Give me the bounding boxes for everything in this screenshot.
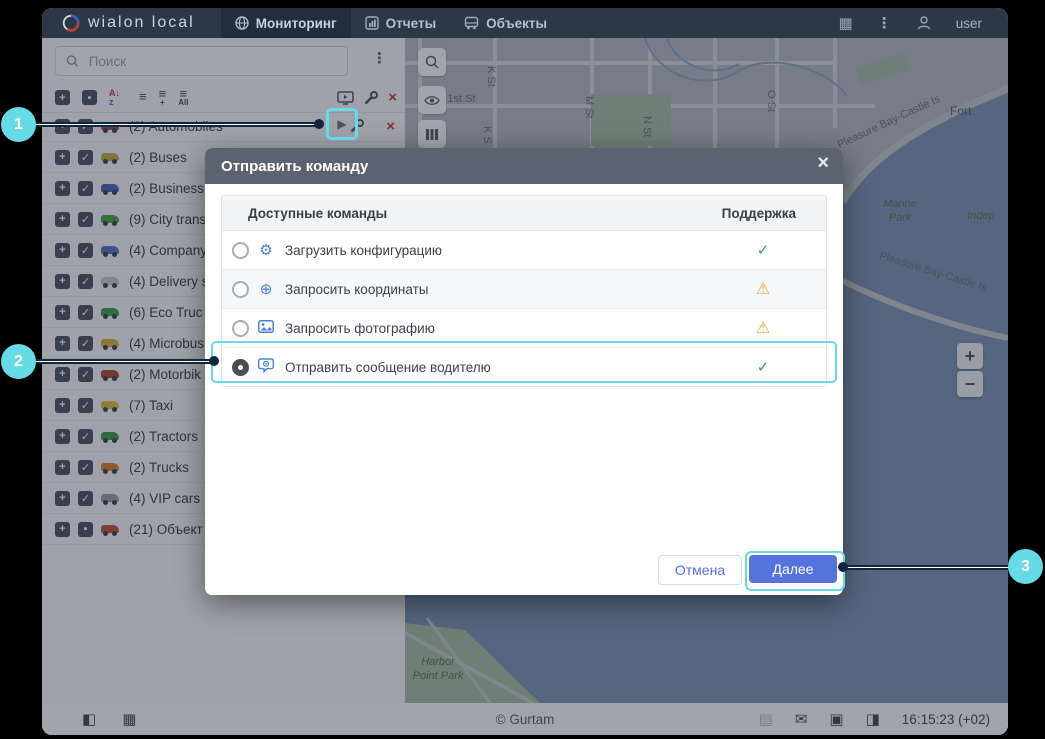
user-icon[interactable] [916,15,932,31]
close-icon[interactable]: × [817,152,829,175]
config-icon: ⚙ [255,243,277,258]
annotation-line-1 [36,122,318,127]
command-label: Отправить сообщение водителю [285,360,491,375]
tab-label: Объекты [486,16,547,31]
tab-monitoring[interactable]: Мониторинг [221,8,351,38]
radio-button[interactable] [232,281,249,298]
send-command-dialog: Отправить команду × Доступные команды По… [205,148,843,595]
annotation-dot-3 [838,562,848,572]
send-command-button-highlight[interactable]: ▶ [326,108,358,140]
wialon-logo-icon [62,14,80,32]
column-commands: Доступные команды [222,206,387,221]
play-icon: ▶ [337,118,346,130]
bus-icon [464,16,479,30]
support-ok-icon: ✓ [752,243,774,258]
annotation-badge-1: 1 [1,107,36,142]
app-window: wialon local Мониторинг Отчеты [42,8,1008,735]
support-warning-icon: ⚠ [752,281,774,297]
tab-reports[interactable]: Отчеты [351,8,450,38]
support-warning-icon: ⚠ [752,320,774,336]
annotation-dot-2 [209,356,219,366]
command-label: Запросить координаты [285,282,429,297]
driver-message-icon [255,358,277,377]
top-bar: wialon local Мониторинг Отчеты [42,8,1008,38]
tab-label: Мониторинг [256,16,337,31]
user-name[interactable]: user [956,16,982,31]
dialog-header: Отправить команду × [205,148,843,184]
column-support: Поддержка [722,206,796,221]
command-row-message-driver[interactable]: Отправить сообщение водителю ✓ [222,348,826,386]
logo-text: wialon local [88,14,195,32]
next-button-highlight: Далее [745,551,845,591]
next-button[interactable]: Далее [749,555,837,583]
table-header: Доступные команды Поддержка [222,196,826,231]
cancel-button[interactable]: Отмена [658,555,742,585]
command-row-query-photo[interactable]: Запросить фотографию ⚠ [222,309,826,348]
radio-button[interactable] [232,320,249,337]
logo: wialon local [42,14,221,32]
radio-button-selected[interactable] [232,359,249,376]
annotation-badge-2: 2 [1,344,36,379]
support-ok-icon: ✓ [752,360,774,375]
command-label: Загрузить конфигурацию [285,243,442,258]
tab-label: Отчеты [386,16,436,31]
tab-units[interactable]: Объекты [450,8,561,38]
annotation-line-3 [846,565,1010,570]
globe-icon [235,16,249,30]
annotation-badge-3: 3 [1008,549,1043,584]
command-row-query-position[interactable]: ⊕ Запросить координаты ⚠ [222,270,826,309]
apps-grid-icon[interactable]: ▦ [839,16,853,31]
locate-icon: ⊕ [255,282,277,297]
radio-button[interactable] [232,242,249,259]
annotation-line-2 [36,359,212,364]
annotation-dot-1 [314,119,324,129]
more-menu-icon[interactable]: ⋮ [877,16,892,31]
report-icon [365,16,379,30]
commands-table: Доступные команды Поддержка ⚙ Загрузить … [221,195,827,387]
command-label: Запросить фотографию [285,321,435,336]
photo-icon [255,320,277,337]
dialog-title: Отправить команду [205,158,368,175]
topbar-right: ▦ ⋮ user [839,15,1008,31]
command-row-load-config[interactable]: ⚙ Загрузить конфигурацию ✓ [222,231,826,270]
